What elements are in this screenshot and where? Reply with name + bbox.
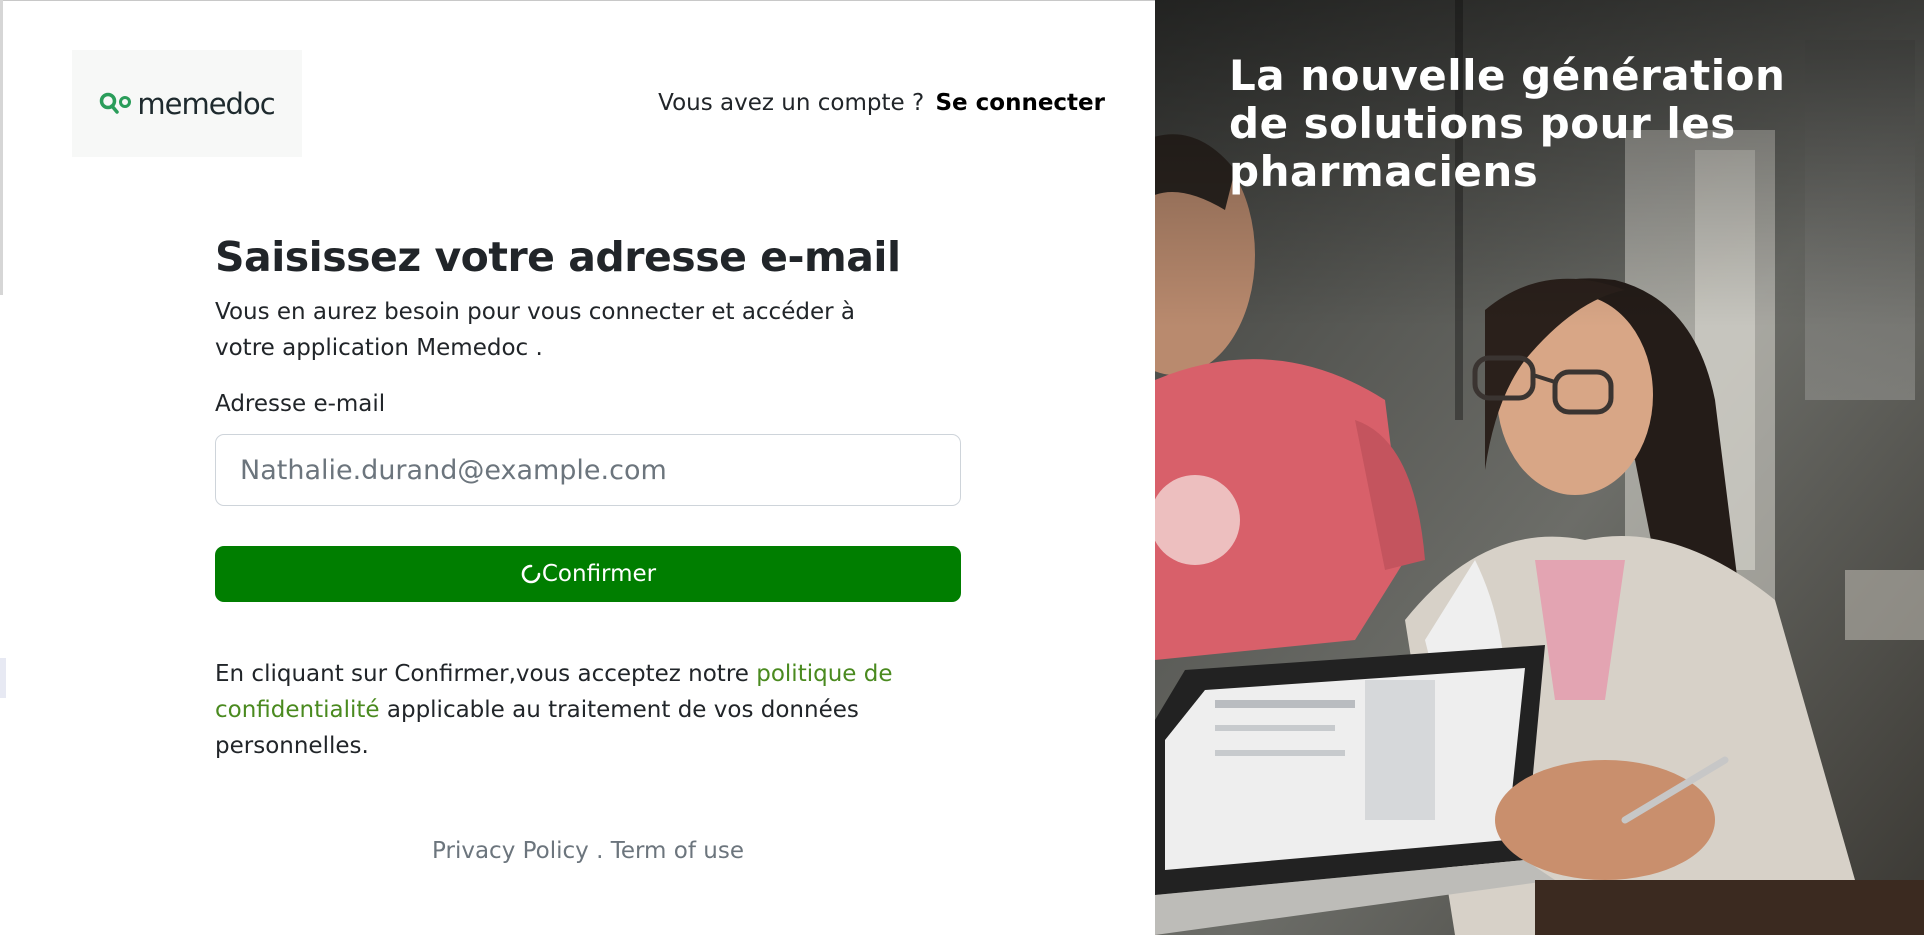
- consent-prefix: En cliquant sur Confirmer,vous acceptez …: [215, 661, 757, 687]
- footer-terms-link[interactable]: Term of use: [611, 838, 744, 864]
- top-border: [0, 0, 1155, 1]
- left-edge-divider: [0, 0, 3, 295]
- hero-title: La nouvelle génération de solutions pour…: [1229, 51, 1786, 196]
- email-label: Adresse e-mail: [215, 391, 386, 417]
- left-edge-mark: [0, 658, 6, 698]
- consent-text: En cliquant sur Confirmer,vous acceptez …: [215, 656, 975, 764]
- account-question: Vous avez un compte ?: [658, 90, 925, 116]
- signup-page: memedoc Vous avez un compte ? Se connect…: [0, 0, 1924, 935]
- header-account-prompt: Vous avez un compte ? Se connecter: [658, 90, 1105, 116]
- footer-privacy-link[interactable]: Privacy Policy: [432, 838, 589, 864]
- page-title: Saisissez votre adresse e-mail: [215, 233, 901, 281]
- memedoc-logo-icon: [100, 92, 132, 114]
- logo-wordmark: memedoc: [137, 86, 275, 121]
- confirm-label: Confirmer: [541, 561, 657, 587]
- hero-panel: La nouvelle génération de solutions pour…: [1155, 0, 1924, 935]
- spinner-icon: [521, 564, 541, 584]
- brand-logo[interactable]: memedoc: [72, 50, 302, 157]
- login-link[interactable]: Se connecter: [935, 90, 1105, 116]
- email-field[interactable]: [215, 434, 961, 506]
- logo-group: memedoc: [99, 86, 276, 121]
- email-form: Saisissez votre adresse e-mail Vous en a…: [215, 226, 961, 764]
- confirm-button[interactable]: Confirmer: [215, 546, 961, 602]
- page-subtitle: Vous en aurez besoin pour vous connecter…: [215, 299, 855, 361]
- footer-links: Privacy Policy . Term of use: [215, 838, 961, 864]
- footer-separator: .: [588, 838, 611, 864]
